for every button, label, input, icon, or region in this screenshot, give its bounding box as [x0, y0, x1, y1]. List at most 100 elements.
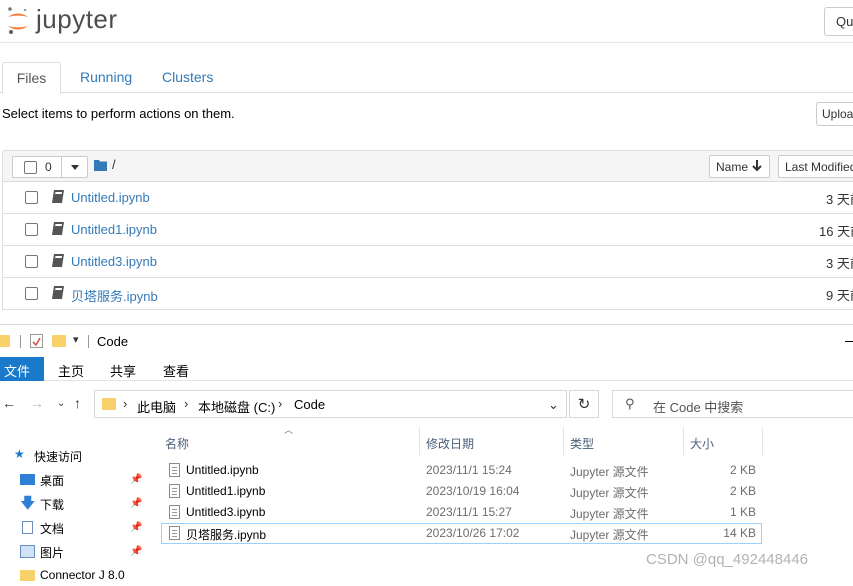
caret-down-icon [71, 165, 79, 170]
file-type: Jupyter 源文件 [570, 486, 649, 500]
column-header-name[interactable]: 名称 [165, 427, 189, 455]
upload-button[interactable]: Uploa [816, 102, 853, 126]
file-icon [169, 484, 180, 498]
quick-access-dropdown-icon[interactable]: ▾ [73, 333, 79, 346]
sort-last-modified-button[interactable]: Last Modified [778, 155, 853, 178]
select-dropdown-button[interactable] [61, 156, 88, 178]
row-checkbox[interactable] [25, 287, 38, 300]
sidebar-item-label: 图片 [40, 546, 65, 560]
column-header-modified[interactable]: 修改日期 [426, 427, 474, 455]
ribbon-tab-file[interactable]: 文件 [0, 357, 44, 381]
recent-locations-icon[interactable]: ⌄ [57, 398, 65, 409]
sort-name-label: Name [716, 160, 749, 174]
row-checkbox[interactable] [25, 255, 38, 268]
notebook-icon [52, 254, 64, 267]
folder-icon [102, 398, 116, 410]
notebook-icon [52, 190, 64, 203]
search-input[interactable]: ⚲ 在 Code 中搜索 [612, 390, 853, 418]
row-checkbox[interactable] [25, 223, 38, 236]
window-title: Code [97, 334, 129, 349]
select-all-button[interactable]: 0 [12, 156, 62, 178]
file-age: 16 天前 [819, 224, 853, 239]
jupyter-logo-icon[interactable] [6, 6, 30, 36]
folder-icon [0, 335, 10, 347]
row-checkbox[interactable] [25, 191, 38, 204]
chevron-right-icon[interactable]: › [184, 396, 188, 411]
file-explorer-window: ▾ Code 文件 主页 共享 查看 ← → ⌄ ↑ › 此电脑 › 本地磁盘 … [0, 324, 853, 582]
column-divider[interactable] [563, 427, 564, 455]
pin-icon[interactable]: 📌 [130, 522, 142, 533]
file-icon [169, 526, 180, 540]
jupyter-logo-text[interactable]: jupyter [36, 4, 118, 35]
file-age: 3 天前 [826, 192, 853, 207]
file-link[interactable]: Untitled3.ipynb [71, 254, 157, 269]
tab-clusters[interactable]: Clusters [162, 62, 213, 93]
tab-files[interactable]: Files [2, 62, 61, 94]
breadcrumb-code[interactable]: Code [294, 397, 325, 412]
file-row[interactable]: Untitled3.ipynb 3 天前 [2, 246, 853, 278]
pin-icon[interactable]: 📌 [130, 498, 142, 509]
file-name: 贝塔服务.ipynb [186, 528, 267, 542]
download-icon: 🡇 [20, 495, 36, 512]
column-divider[interactable] [419, 427, 420, 455]
refresh-icon[interactable]: ↻ [569, 390, 599, 418]
file-row[interactable]: Untitled.ipynb 3 天前 [2, 182, 853, 214]
star-icon: ★ [14, 447, 25, 461]
file-icon [169, 463, 180, 477]
forward-icon[interactable]: → [30, 395, 44, 411]
jupyter-file-browser: jupyter Qui Files Running Clusters Selec… [0, 0, 853, 324]
file-row[interactable]: Untitled3.ipynb 2023/11/1 15:27 Jupyter … [161, 502, 762, 523]
file-row-selected[interactable]: 贝塔服务.ipynb 2023/10/26 17:02 Jupyter 源文件 … [161, 523, 762, 544]
tab-running[interactable]: Running [80, 62, 132, 93]
ribbon-tab-share[interactable]: 共享 [110, 361, 136, 380]
file-row[interactable]: Untitled1.ipynb 2023/10/19 16:04 Jupyter… [161, 481, 762, 502]
notebook-icon [52, 286, 64, 299]
address-bar[interactable]: › 此电脑 › 本地磁盘 (C:) › Code ⌄ [94, 390, 567, 418]
file-size: 1 KB [729, 505, 756, 519]
file-age: 3 天前 [826, 256, 853, 271]
select-all-checkbox[interactable] [24, 161, 37, 174]
column-divider[interactable] [683, 427, 684, 455]
address-dropdown-icon[interactable]: ⌄ [548, 397, 559, 413]
up-icon[interactable]: ↑ [74, 395, 81, 411]
ribbon-tab-view[interactable]: 查看 [163, 361, 189, 380]
file-row[interactable]: Untitled.ipynb 2023/11/1 15:24 Jupyter 源… [161, 460, 762, 481]
file-link[interactable]: 贝塔服务.ipynb [71, 286, 158, 305]
breadcrumb-path[interactable]: / [112, 157, 116, 172]
minimize-icon[interactable] [845, 341, 853, 342]
file-link[interactable]: Untitled1.ipynb [71, 222, 157, 237]
file-link[interactable]: Untitled.ipynb [71, 190, 150, 205]
folder-icon [20, 570, 35, 581]
csdn-watermark: CSDN @qq_492448446 [646, 551, 809, 568]
chevron-right-icon[interactable]: › [123, 396, 127, 411]
search-placeholder: 在 Code 中搜索 [653, 400, 744, 415]
navigation-bar: ← → ⌄ ↑ › 此电脑 › 本地磁盘 (C:) › Code ⌄ ↻ ⚲ 在… [0, 387, 853, 419]
breadcrumb-local-disk[interactable]: 本地磁盘 (C:) [198, 397, 275, 416]
checkmark-icon [32, 337, 41, 347]
properties-icon[interactable] [30, 334, 43, 348]
pin-icon[interactable]: 📌 [130, 474, 142, 485]
file-age: 9 天前 [826, 288, 853, 303]
breadcrumb-this-pc[interactable]: 此电脑 [137, 397, 176, 416]
arrow-down-icon [752, 160, 762, 172]
divider [20, 335, 21, 348]
new-folder-icon[interactable] [52, 335, 66, 347]
file-row[interactable]: 贝塔服务.ipynb 9 天前 [2, 278, 853, 310]
column-header-size[interactable]: 大小 [690, 427, 714, 455]
selection-hint: Select items to perform actions on them. [2, 106, 235, 121]
back-icon[interactable]: ← [2, 395, 16, 411]
file-modified: 2023/10/19 16:04 [426, 484, 520, 498]
chevron-right-icon[interactable]: › [278, 396, 282, 411]
picture-icon [20, 545, 35, 558]
column-header-type[interactable]: 类型 [570, 427, 594, 455]
folder-icon[interactable] [94, 159, 107, 171]
pin-icon[interactable]: 📌 [130, 546, 142, 557]
sort-name-button[interactable]: Name [709, 155, 770, 178]
search-icon: ⚲ [625, 396, 635, 411]
ribbon-tab-home[interactable]: 主页 [58, 361, 84, 380]
sidebar-item-label: 文档 [40, 522, 65, 536]
quit-button[interactable]: Qui [824, 7, 853, 36]
file-row[interactable]: Untitled1.ipynb 16 天前 [2, 214, 853, 246]
file-name: Untitled3.ipynb [186, 505, 266, 519]
column-divider[interactable] [762, 427, 763, 455]
